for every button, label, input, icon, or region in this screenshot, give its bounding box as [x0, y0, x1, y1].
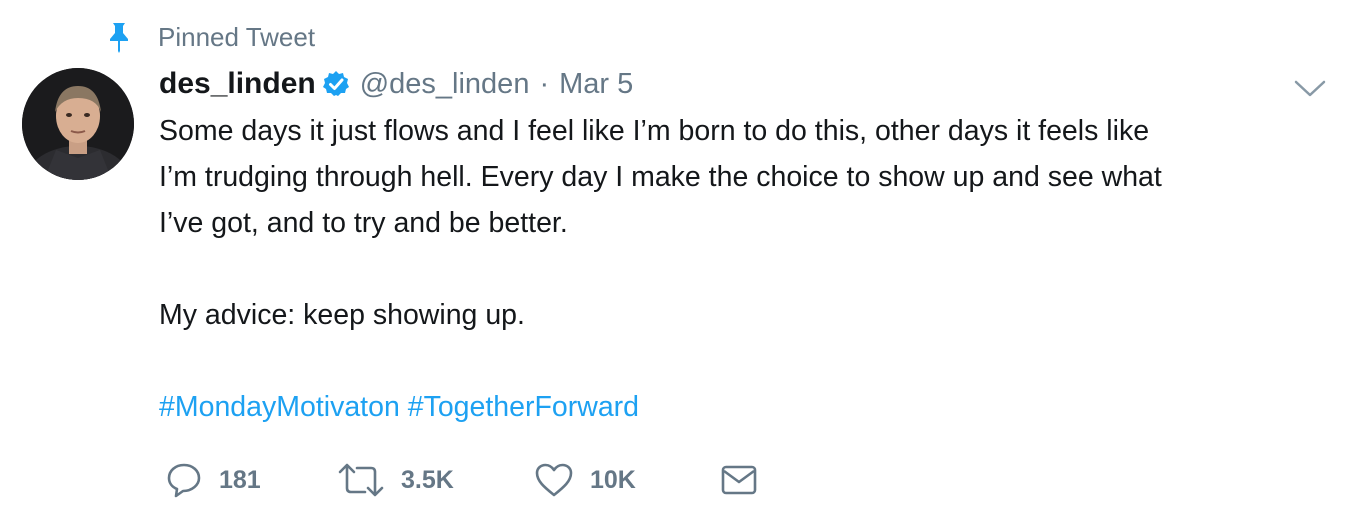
tweet-actions: 181 3.5K 10K: [159, 458, 799, 502]
pinned-tweet-indicator: Pinned Tweet: [106, 20, 315, 54]
tweet-line: My advice: keep showing up.: [159, 299, 525, 331]
like-count: 10K: [590, 465, 636, 494]
display-name[interactable]: des_linden: [159, 67, 316, 101]
reply-icon: [167, 463, 201, 498]
hashtags: #MondayMotivaton #TogetherForward: [159, 384, 1334, 430]
tweet-text: Some days it just flows and I feel like …: [159, 108, 1334, 430]
envelope-icon: [721, 465, 757, 495]
retweet-button[interactable]: 3.5K: [337, 458, 454, 502]
meta-separator: ·: [539, 67, 550, 100]
hashtag-link[interactable]: #MondayMotivaton: [159, 391, 400, 423]
pin-icon: [110, 23, 128, 53]
heart-icon: [535, 463, 573, 497]
like-button[interactable]: 10K: [534, 458, 636, 502]
tweet-line: I’ve got, and to try and be better.: [159, 207, 568, 239]
tweet-line: Some days it just flows and I feel like …: [159, 115, 1150, 147]
verified-badge-icon: [322, 71, 349, 96]
tweet-header: des_linden @des_linden · Mar 5: [159, 62, 633, 106]
chevron-down-icon[interactable]: [1293, 78, 1327, 98]
tweet-line: I’m trudging through hell. Every day I m…: [159, 161, 1162, 193]
retweet-icon: [338, 463, 384, 497]
user-handle[interactable]: @des_linden: [360, 68, 530, 101]
reply-count: 181: [219, 465, 261, 494]
tweet-date[interactable]: Mar 5: [559, 68, 633, 101]
reply-button[interactable]: 181: [165, 458, 261, 502]
hashtag-link[interactable]: #TogetherForward: [408, 391, 639, 423]
retweet-count: 3.5K: [401, 465, 454, 494]
pinned-tweet-label: Pinned Tweet: [158, 22, 316, 52]
direct-message-button[interactable]: [720, 458, 758, 502]
avatar[interactable]: [22, 68, 134, 180]
